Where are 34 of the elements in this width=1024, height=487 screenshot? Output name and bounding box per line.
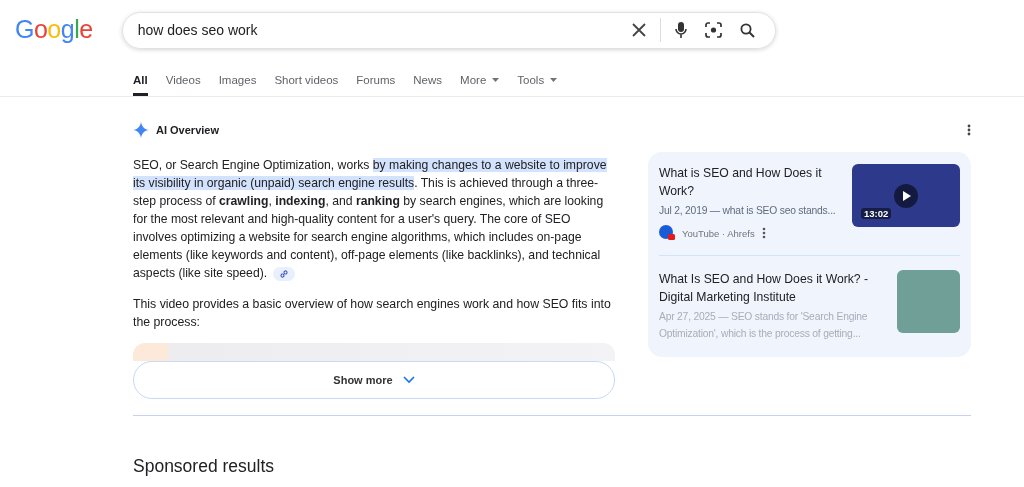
google-logo[interactable]: Google <box>14 12 94 48</box>
source-title[interactable]: What is SEO and How Does it Work? <box>659 164 842 200</box>
search-tab[interactable]: News <box>413 58 443 96</box>
video-intro-text: This video provides a basic overview of how search engines work and how SEO fits into the process: <box>133 296 612 331</box>
search-tab[interactable]: Forums <box>356 58 396 96</box>
more-options-icon[interactable] <box>967 124 971 136</box>
search-tab[interactable]: More <box>460 58 500 96</box>
sparkle-icon <box>133 122 149 138</box>
source-snippet: Apr 27, 2025 — SEO stands for 'Search Engine Optimization', which is the process of getting... <box>659 310 869 341</box>
sponsored-results-heading: Sponsored results <box>133 456 276 477</box>
search-query: how does seo work <box>137 22 259 38</box>
search-tab[interactable]: Videos <box>165 58 201 96</box>
search-tab[interactable]: Tools <box>517 58 558 96</box>
link-icon[interactable] <box>273 266 296 281</box>
video-duration: 13:02 <box>861 208 892 219</box>
search-tab[interactable]: Short videos <box>274 58 339 96</box>
close-icon[interactable] <box>631 23 646 37</box>
microphone-icon[interactable] <box>674 21 687 39</box>
search-icon[interactable] <box>739 22 755 38</box>
caret-icon <box>550 77 558 82</box>
search-tab[interactable]: Images <box>218 58 257 96</box>
overview-paragraph: SEO, or Search Engine Optimization, works by making changes to a website to improve its visibility in organic (unpaid) search engine results. This is achieved through a three-step process of crawling, indexing, and ranking by search engines, which are looking for the most relevant and high-quality content for a user's query. The core of SEO involves optimizing a website for search engine algorithms, which includes on-page elements (like keywords and content), off-page elements (like backlinks), and technical aspects (like site speed). <box>133 157 608 282</box>
play-icon <box>894 184 918 208</box>
source-title[interactable]: What Is SEO and How Does it Work? - Digital Marketing Institute <box>659 270 887 306</box>
source-name: YouTube · Ahrefs <box>682 227 755 239</box>
video-thumbnail[interactable]: 13:02 <box>852 164 960 227</box>
source-snippet: Jul 2, 2019 — what is SEO seo stands... <box>659 204 837 218</box>
caret-icon <box>492 77 500 82</box>
more-options-icon[interactable] <box>761 227 766 239</box>
camera-icon[interactable] <box>704 22 722 38</box>
show-more-button[interactable]: Show more <box>133 361 615 399</box>
ai-overview-title: AI Overview <box>156 124 219 136</box>
channel-avatar-icon <box>659 225 675 241</box>
chevron-down-icon <box>402 376 415 384</box>
